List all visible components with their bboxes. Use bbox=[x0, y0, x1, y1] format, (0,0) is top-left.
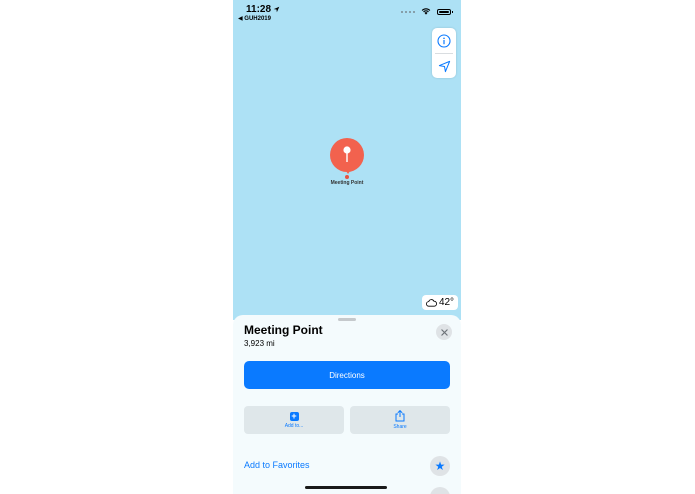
add-to-label: Add to... bbox=[284, 422, 304, 429]
location-arrow-icon bbox=[273, 6, 280, 13]
share-icon bbox=[395, 410, 405, 422]
plus-icon: + bbox=[289, 410, 299, 421]
directions-button[interactable]: Directions bbox=[244, 361, 450, 389]
info-icon bbox=[437, 33, 451, 48]
add-to-favorites-link[interactable]: Add to Favorites bbox=[244, 460, 310, 470]
sheet-grabber[interactable] bbox=[338, 318, 356, 321]
map-controls bbox=[432, 28, 456, 78]
wifi-icon bbox=[421, 8, 431, 15]
close-button[interactable] bbox=[436, 324, 452, 340]
map-pin-tail bbox=[344, 168, 352, 174]
star-icon: ★ bbox=[434, 459, 446, 473]
map-pin[interactable] bbox=[330, 138, 364, 172]
status-time-text: 11:28 bbox=[246, 4, 272, 15]
weather-temperature: 42° bbox=[438, 297, 455, 308]
close-icon bbox=[440, 328, 448, 336]
place-title: Meeting Point bbox=[244, 323, 323, 337]
place-card-sheet: Meeting Point 3,923 mi Directions + Add … bbox=[233, 315, 461, 494]
status-time: 11:28 bbox=[246, 4, 280, 15]
info-button[interactable] bbox=[432, 28, 456, 53]
cellular-signal-icon bbox=[401, 10, 415, 13]
map-pin-label: Meeting Point bbox=[330, 180, 364, 186]
add-to-button[interactable]: + Add to... bbox=[244, 406, 344, 434]
current-location-button[interactable] bbox=[432, 54, 456, 79]
weather-badge[interactable]: 42° bbox=[422, 295, 458, 310]
phone-screen: 11:28 ◀ GUH2019 Meeting Point 42° Meetin… bbox=[233, 0, 461, 494]
pushpin-icon bbox=[343, 146, 351, 162]
favorite-button[interactable]: ★ bbox=[430, 456, 450, 476]
status-indicators bbox=[401, 8, 453, 15]
cloud-icon bbox=[425, 298, 437, 307]
back-to-app-link[interactable]: ◀ GUH2019 bbox=[238, 15, 271, 22]
map-view[interactable]: 11:28 ◀ GUH2019 Meeting Point 42° bbox=[233, 0, 461, 320]
share-button[interactable]: Share bbox=[350, 406, 450, 434]
next-action-button[interactable] bbox=[430, 487, 450, 494]
location-arrow-icon bbox=[438, 60, 450, 73]
share-label: Share bbox=[393, 424, 407, 430]
place-distance: 3,923 mi bbox=[244, 339, 275, 348]
home-indicator[interactable] bbox=[305, 486, 387, 489]
map-pin-dot bbox=[345, 175, 349, 179]
battery-icon bbox=[437, 8, 453, 15]
